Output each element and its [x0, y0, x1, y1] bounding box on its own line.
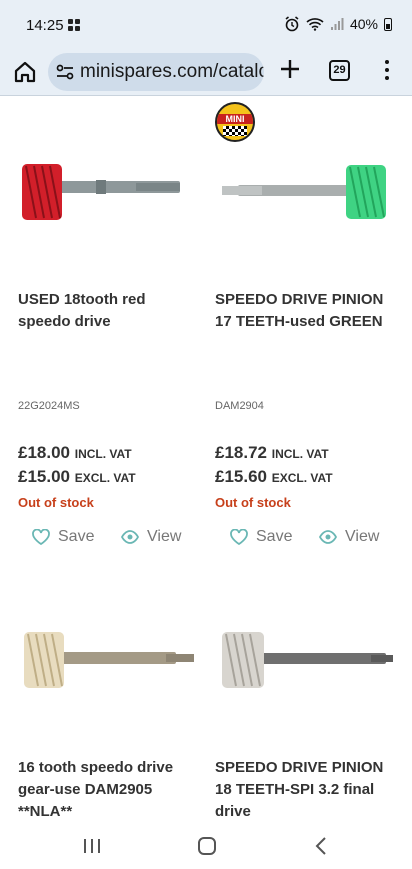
more-menu-icon[interactable] — [384, 60, 390, 82]
save-button[interactable]: Save — [32, 528, 94, 546]
view-button[interactable]: View — [121, 528, 181, 546]
android-nav-bar — [0, 824, 412, 869]
gear — [346, 165, 386, 219]
product-image[interactable] — [216, 122, 396, 262]
price-excl-vat: £15.60 EXCL. VAT — [215, 467, 333, 486]
status-indicators: 40% — [284, 16, 392, 32]
site-settings-icon[interactable] — [56, 64, 74, 80]
tab-switcher-button[interactable]: 29 — [329, 60, 350, 81]
heart-icon — [32, 529, 50, 545]
product-image[interactable] — [216, 592, 396, 732]
product-title[interactable]: SPEEDO DRIVE PINION 17 TEETH-used GREEN — [215, 289, 399, 333]
back-icon[interactable] — [314, 836, 328, 856]
genuine-mini-badge: MINI — [215, 102, 255, 142]
save-label: Save — [256, 528, 293, 545]
gear — [22, 164, 62, 220]
eye-icon — [319, 530, 337, 544]
home-icon[interactable] — [12, 59, 38, 85]
stock-status: Out of stock — [18, 495, 94, 510]
heart-icon — [230, 529, 248, 545]
url-text: minispares.com/catalo — [80, 61, 264, 82]
view-button[interactable]: View — [319, 528, 379, 546]
product-image[interactable] — [16, 122, 196, 262]
stock-status: Out of stock — [215, 495, 291, 510]
browser-toolbar: minispares.com/catalo 29 — [0, 48, 412, 96]
gear — [24, 632, 64, 688]
new-tab-icon[interactable] — [280, 59, 300, 79]
address-bar[interactable]: minispares.com/catalo — [48, 53, 264, 91]
product-title[interactable]: USED 18tooth red speedo drive — [18, 289, 202, 333]
product-sku: 22G2024MS — [18, 400, 80, 412]
product-image[interactable] — [16, 592, 196, 732]
badge-label: MINI — [217, 114, 253, 124]
product-title[interactable]: SPEEDO DRIVE PINION 18 TEETH-SPI 3.2 fin… — [215, 757, 399, 823]
eye-icon — [121, 530, 139, 544]
gear — [222, 632, 264, 688]
battery-percent: 40% — [349, 16, 378, 32]
battery-icon — [384, 17, 392, 31]
product-sku: DAM2904 — [215, 400, 264, 412]
signal-icon — [330, 18, 344, 30]
alarm-icon — [285, 16, 299, 32]
status-time: 14:25 — [26, 17, 64, 34]
home-nav-icon[interactable] — [197, 836, 217, 856]
status-bar: 14:25 40% — [0, 0, 412, 48]
price-excl-vat: £15.00 EXCL. VAT — [18, 467, 136, 486]
price-incl-vat: £18.72 INCL. VAT — [215, 443, 329, 462]
view-label: View — [147, 528, 182, 545]
price-incl-vat: £18.00 INCL. VAT — [18, 443, 132, 462]
product-title[interactable]: 16 tooth speedo drive gear-use DAM2905 *… — [18, 757, 202, 823]
save-label: Save — [58, 528, 95, 545]
wifi-icon — [306, 18, 324, 31]
view-label: View — [345, 528, 380, 545]
notification-icon — [68, 19, 80, 31]
checkered-flag-icon — [223, 126, 247, 136]
recent-apps-icon[interactable] — [82, 837, 102, 855]
save-button[interactable]: Save — [230, 528, 292, 546]
